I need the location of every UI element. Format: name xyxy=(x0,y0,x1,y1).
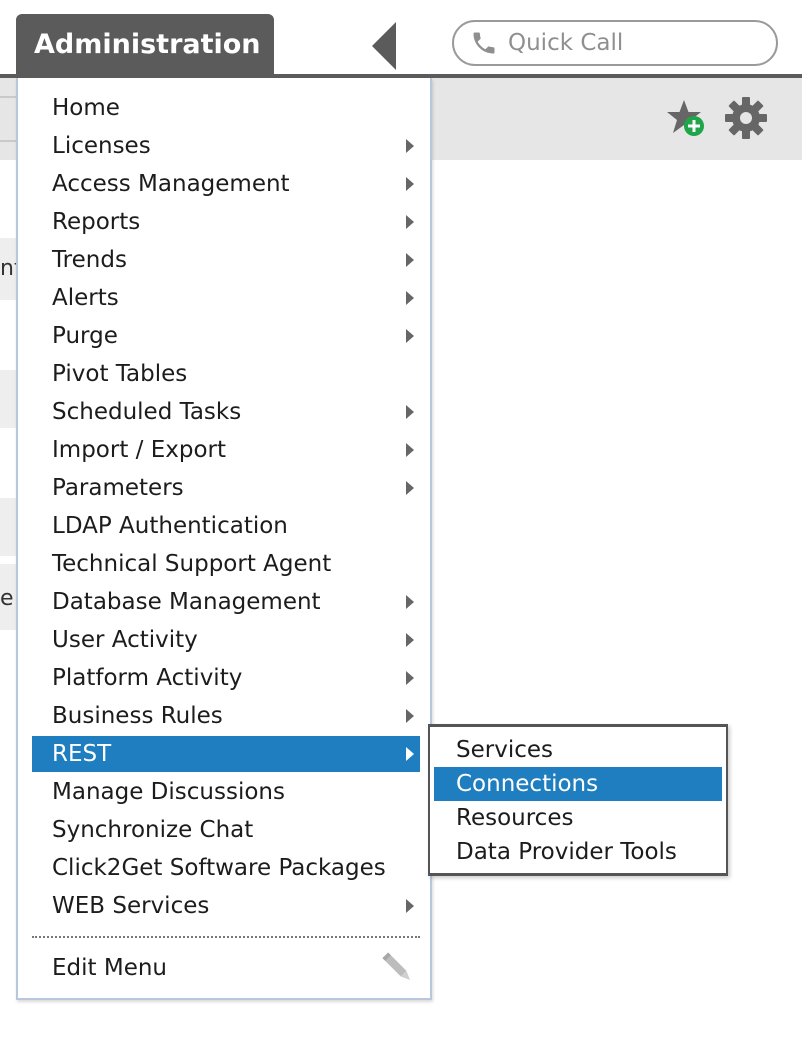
administration-tab[interactable]: Administration xyxy=(16,14,274,76)
chevron-right-icon xyxy=(406,405,414,419)
menu-item-licenses[interactable]: Licenses xyxy=(32,128,420,164)
menu-item-label: Trends xyxy=(52,247,127,273)
menu-item-label: Pivot Tables xyxy=(52,361,188,387)
administration-menu: Home Licenses Access Management Reports … xyxy=(16,78,432,1000)
menu-item-parameters[interactable]: Parameters xyxy=(32,470,420,506)
menu-item-label: User Activity xyxy=(52,627,198,653)
chevron-right-icon xyxy=(406,633,414,647)
menu-item-label: LDAP Authentication xyxy=(52,513,288,539)
bg-divider xyxy=(0,140,16,142)
chevron-right-icon xyxy=(406,595,414,609)
bg-row xyxy=(0,498,16,556)
menu-item-label: Business Rules xyxy=(52,703,223,729)
chevron-right-icon xyxy=(406,291,414,305)
menu-item-access-management[interactable]: Access Management xyxy=(32,166,420,202)
menu-item-label: Synchronize Chat xyxy=(52,817,254,843)
menu-item-label: REST xyxy=(52,741,112,767)
menu-item-home[interactable]: Home xyxy=(32,90,420,126)
bg-row xyxy=(0,370,16,428)
menu-item-manage-discussions[interactable]: Manage Discussions xyxy=(32,774,420,810)
menu-item-user-activity[interactable]: User Activity xyxy=(32,622,420,658)
menu-item-pivot-tables[interactable]: Pivot Tables xyxy=(32,356,420,392)
menu-item-label: WEB Services xyxy=(52,893,210,919)
favorite-add-icon[interactable] xyxy=(666,98,708,140)
chevron-right-icon xyxy=(406,215,414,229)
menu-item-label: Scheduled Tasks xyxy=(52,399,242,425)
menu-item-label: Database Management xyxy=(52,589,321,615)
chevron-right-icon xyxy=(406,481,414,495)
bg-partial-text: e xyxy=(0,586,14,611)
submenu-item-data-provider-tools[interactable]: Data Provider Tools xyxy=(434,835,722,869)
quick-call-field[interactable] xyxy=(452,20,778,66)
menu-divider xyxy=(32,936,420,938)
pencil-icon[interactable] xyxy=(378,948,418,988)
menu-item-trends[interactable]: Trends xyxy=(32,242,420,278)
chevron-right-icon xyxy=(406,899,414,913)
menu-item-web-services[interactable]: WEB Services xyxy=(32,888,420,924)
chevron-right-icon xyxy=(406,139,414,153)
chevron-right-icon xyxy=(406,747,414,761)
menu-item-label: Home xyxy=(52,95,120,121)
menu-item-label: Click2Get Software Packages xyxy=(52,855,386,881)
menu-item-label: Platform Activity xyxy=(52,665,243,691)
submenu-item-connections[interactable]: Connections xyxy=(434,767,722,801)
menu-item-label: Access Management xyxy=(52,171,290,197)
menu-item-import-export[interactable]: Import / Export xyxy=(32,432,420,468)
menu-item-platform-activity[interactable]: Platform Activity xyxy=(32,660,420,696)
menu-item-edit-menu[interactable]: Edit Menu xyxy=(32,950,420,986)
menu-item-label: Alerts xyxy=(52,285,119,311)
submenu-item-services[interactable]: Services xyxy=(434,733,722,767)
menu-item-purge[interactable]: Purge xyxy=(32,318,420,354)
menu-item-scheduled-tasks[interactable]: Scheduled Tasks xyxy=(32,394,420,430)
chevron-right-icon xyxy=(406,709,414,723)
bg-divider xyxy=(0,96,16,98)
menu-item-database-management[interactable]: Database Management xyxy=(32,584,420,620)
chevron-right-icon xyxy=(406,443,414,457)
gear-icon[interactable] xyxy=(724,96,768,140)
menu-item-label: Manage Discussions xyxy=(52,779,285,805)
chevron-right-icon xyxy=(406,671,414,685)
menu-item-alerts[interactable]: Alerts xyxy=(32,280,420,316)
chevron-right-icon xyxy=(406,253,414,267)
menu-item-label: Reports xyxy=(52,209,141,235)
menu-item-label: Licenses xyxy=(52,133,151,159)
menu-item-ldap-authentication[interactable]: LDAP Authentication xyxy=(32,508,420,544)
menu-item-reports[interactable]: Reports xyxy=(32,204,420,240)
menu-item-label: Parameters xyxy=(52,475,184,501)
menu-item-label: Purge xyxy=(52,323,118,349)
phone-icon xyxy=(473,32,495,54)
menu-item-click2get-software-packages[interactable]: Click2Get Software Packages xyxy=(32,850,420,886)
menu-item-label: Edit Menu xyxy=(52,955,167,981)
menu-item-synchronize-chat[interactable]: Synchronize Chat xyxy=(32,812,420,848)
menu-item-business-rules[interactable]: Business Rules xyxy=(32,698,420,734)
chevron-right-icon xyxy=(406,329,414,343)
menu-item-label: Import / Export xyxy=(52,437,226,463)
menu-item-technical-support-agent[interactable]: Technical Support Agent xyxy=(32,546,420,582)
submenu-item-resources[interactable]: Resources xyxy=(434,801,722,835)
menu-item-rest[interactable]: REST xyxy=(32,736,420,772)
rest-submenu: Services Connections Resources Data Prov… xyxy=(428,724,728,876)
chevron-right-icon xyxy=(406,177,414,191)
collapse-left-icon[interactable] xyxy=(372,22,396,70)
menu-item-label: Technical Support Agent xyxy=(52,551,332,577)
quick-call-input[interactable] xyxy=(506,29,770,57)
